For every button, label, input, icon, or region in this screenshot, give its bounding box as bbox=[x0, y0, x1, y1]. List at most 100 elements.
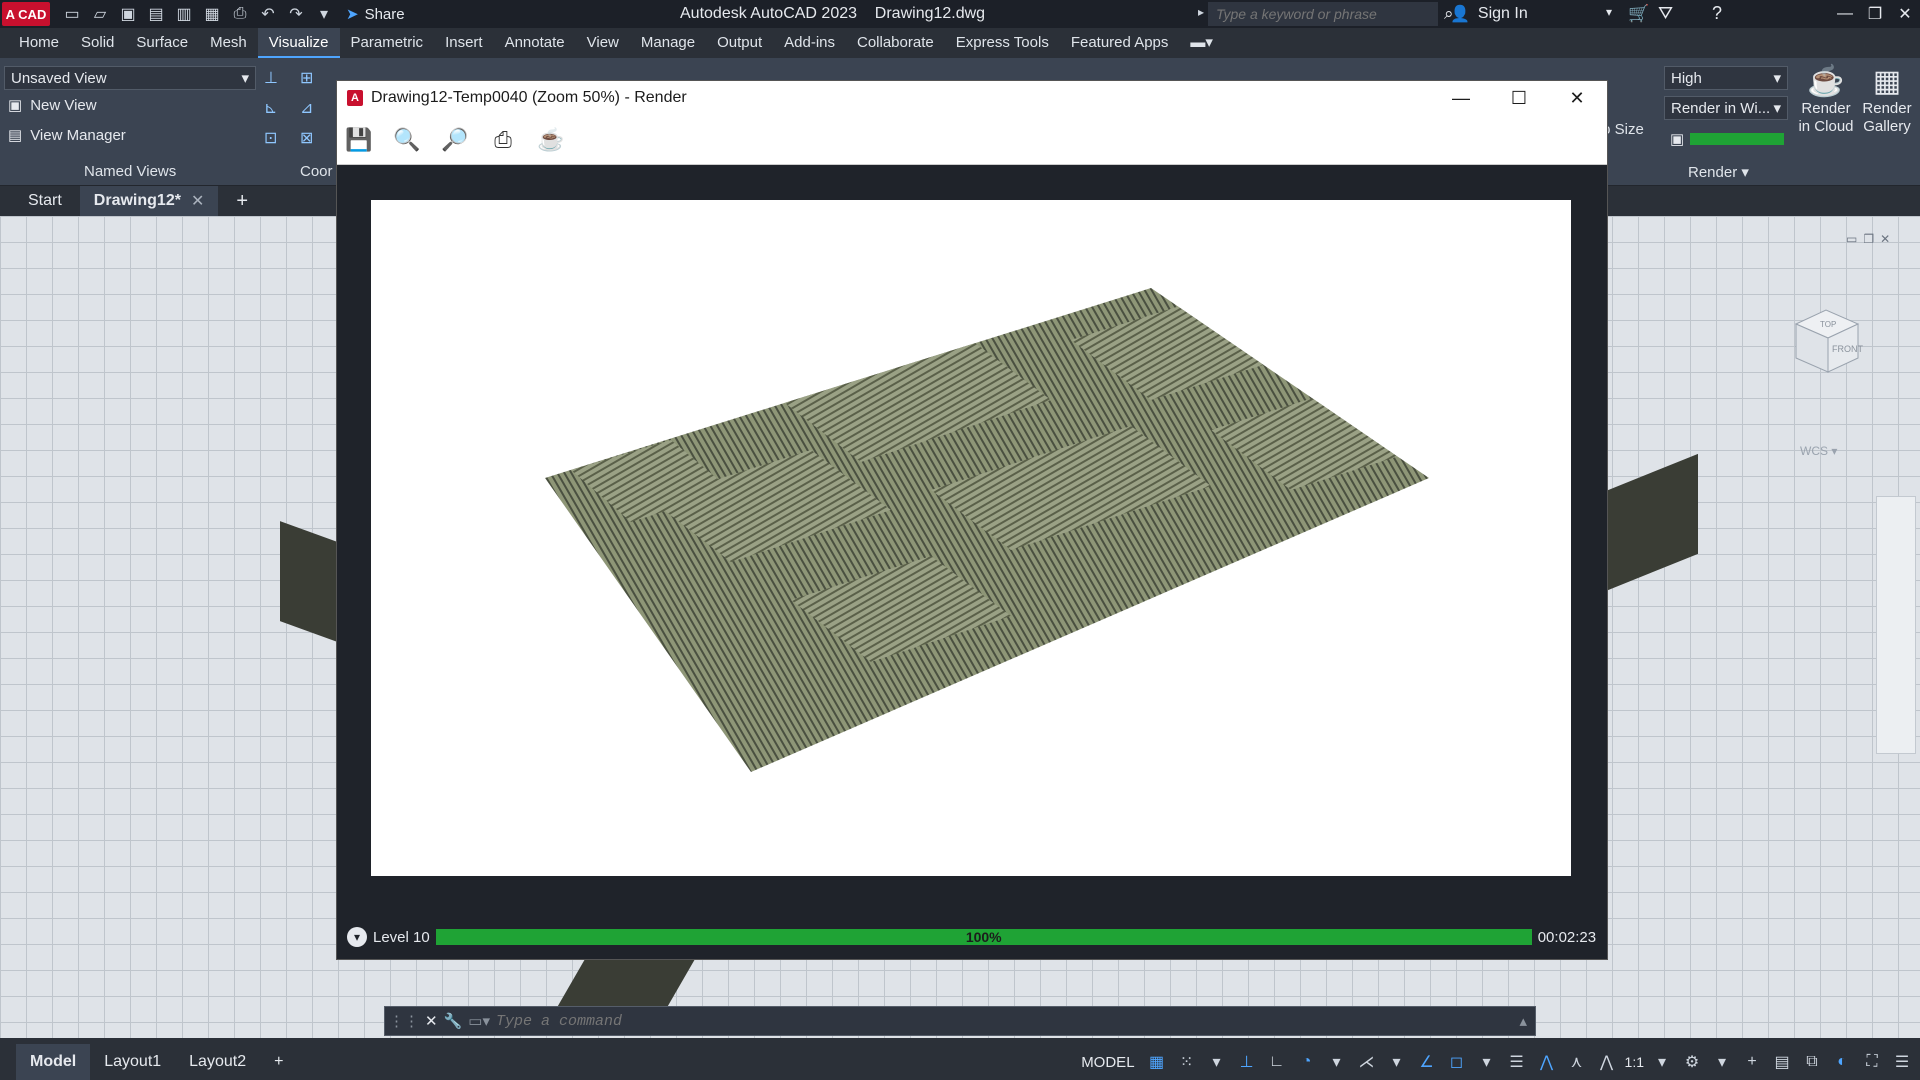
tab-visualize[interactable]: Visualize bbox=[257, 28, 340, 58]
snap-icon[interactable]: ⁙ bbox=[1175, 1050, 1199, 1074]
tab-layout1[interactable]: Layout1 bbox=[90, 1044, 175, 1080]
redo-icon[interactable]: ↷ bbox=[284, 4, 308, 24]
snap-dropdown-icon[interactable]: ▾ bbox=[1205, 1050, 1229, 1074]
render-panel-title[interactable]: Render ▾ bbox=[1688, 163, 1749, 181]
viewcube[interactable]: TOP FRONT bbox=[1788, 302, 1868, 382]
sign-in-dropdown-icon[interactable]: ▾ bbox=[1606, 5, 1612, 19]
object-snap-icon[interactable]: ◻ bbox=[1445, 1050, 1469, 1074]
tab-start[interactable]: Start bbox=[14, 186, 76, 216]
new-icon[interactable]: ▭ bbox=[60, 4, 84, 24]
ribbon-options-icon[interactable]: ▬▾ bbox=[1179, 28, 1224, 58]
close-tab-icon[interactable]: ✕ bbox=[191, 191, 204, 211]
close-command-icon[interactable]: ✕ bbox=[425, 1012, 438, 1030]
teapot-icon[interactable]: ☕ bbox=[533, 122, 569, 158]
ortho-icon[interactable]: ∟ bbox=[1265, 1050, 1289, 1074]
object-snap-tracking-icon[interactable]: ∠ bbox=[1415, 1050, 1439, 1074]
sign-in-button[interactable]: 👤 Sign In bbox=[1450, 4, 1528, 24]
polar-dropdown-icon[interactable]: ▾ bbox=[1325, 1050, 1349, 1074]
tab-parametric[interactable]: Parametric bbox=[340, 28, 435, 58]
command-expand-icon[interactable]: ▴ bbox=[1519, 1012, 1527, 1030]
print-icon[interactable]: ⎙ bbox=[485, 122, 521, 158]
tab-manage[interactable]: Manage bbox=[630, 28, 706, 58]
tab-solid[interactable]: Solid bbox=[70, 28, 125, 58]
auto-scale-icon[interactable]: ⋏ bbox=[1565, 1050, 1589, 1074]
render-window-titlebar[interactable]: A Drawing12-Temp0040 (Zoom 50%) - Render bbox=[337, 81, 1607, 115]
command-input[interactable] bbox=[495, 1012, 1514, 1030]
model-space-button[interactable]: MODEL bbox=[1077, 1054, 1138, 1071]
render-gallery-button[interactable]: ▦ Render Gallery bbox=[1857, 64, 1917, 136]
save-render-icon[interactable]: 💾 bbox=[341, 122, 377, 158]
restore-icon[interactable]: ❐ bbox=[1860, 2, 1890, 26]
viewport-close-icon[interactable]: ✕ bbox=[1880, 232, 1890, 246]
tab-view[interactable]: View bbox=[576, 28, 630, 58]
app-logo[interactable]: A CAD bbox=[2, 2, 50, 26]
lineweight-icon[interactable]: ☰ bbox=[1505, 1050, 1529, 1074]
annotation-visibility-icon[interactable]: ⋀ bbox=[1535, 1050, 1559, 1074]
autodesk-a360-icon[interactable]: ⛛ bbox=[1658, 3, 1673, 24]
customize-icon[interactable]: 🔧 bbox=[444, 1012, 463, 1030]
workspace-gear-icon[interactable]: ⚙ bbox=[1680, 1050, 1704, 1074]
customize-qat-icon[interactable]: ▾ bbox=[312, 4, 336, 24]
tab-express-tools[interactable]: Express Tools bbox=[945, 28, 1060, 58]
tab-annotate[interactable]: Annotate bbox=[494, 28, 576, 58]
scale-dropdown-icon[interactable]: ▾ bbox=[1650, 1050, 1674, 1074]
wcs-label[interactable]: WCS ▾ bbox=[1800, 444, 1837, 458]
tab-collaborate[interactable]: Collaborate bbox=[846, 28, 945, 58]
view-dropdown[interactable]: Unsaved View ▾ bbox=[4, 66, 256, 90]
tab-drawing12[interactable]: Drawing12* ✕ bbox=[79, 186, 219, 216]
render-in-dropdown[interactable]: Render in Wi... ▾ bbox=[1664, 96, 1788, 120]
command-history-icon[interactable]: ▭▾ bbox=[468, 1012, 490, 1030]
ucs-object-icon[interactable]: ⊠ bbox=[300, 128, 330, 148]
clean-screen-icon[interactable]: ⛶ bbox=[1860, 1050, 1884, 1074]
render-quality-dropdown[interactable]: High ▾ bbox=[1664, 66, 1788, 90]
annotation-scale-icon[interactable]: ⋀ bbox=[1595, 1050, 1619, 1074]
collapse-icon[interactable]: ▾ bbox=[347, 927, 367, 947]
new-view-button[interactable]: ▣ New View bbox=[4, 90, 256, 120]
tab-surface[interactable]: Surface bbox=[125, 28, 199, 58]
open-icon[interactable]: ▱ bbox=[88, 4, 112, 24]
navigation-bar[interactable] bbox=[1876, 496, 1916, 754]
new-tab-button[interactable]: + bbox=[222, 186, 262, 216]
rw-close-icon[interactable]: ✕ bbox=[1563, 85, 1591, 111]
isolate-objects-icon[interactable]: ◐ bbox=[1830, 1050, 1854, 1074]
grid-icon[interactable]: ▦ bbox=[1145, 1050, 1169, 1074]
ucs-origin-icon[interactable]: ⊾ bbox=[264, 98, 294, 118]
print-icon[interactable]: ⎙ bbox=[228, 4, 252, 24]
units-icon[interactable]: ▤ bbox=[1770, 1050, 1794, 1074]
rw-minimize-icon[interactable]: — bbox=[1447, 85, 1475, 111]
zoom-in-icon[interactable]: 🔍 bbox=[389, 122, 425, 158]
minimize-icon[interactable]: — bbox=[1830, 2, 1860, 26]
tab-output[interactable]: Output bbox=[706, 28, 773, 58]
undo-icon[interactable]: ↶ bbox=[256, 4, 280, 24]
render-in-cloud-button[interactable]: ☕ Render in Cloud bbox=[1796, 64, 1856, 136]
tab-mesh[interactable]: Mesh bbox=[199, 28, 258, 58]
workspace-dropdown-icon[interactable]: ▾ bbox=[1710, 1050, 1734, 1074]
tab-model[interactable]: Model bbox=[16, 1044, 91, 1080]
close-icon[interactable]: ✕ bbox=[1890, 2, 1920, 26]
tab-layout2[interactable]: Layout2 bbox=[175, 1044, 260, 1080]
web-mobile-icon[interactable]: ▥ bbox=[172, 4, 196, 24]
ucs-view-icon[interactable]: ⊡ bbox=[264, 128, 294, 148]
isodraft-dropdown-icon[interactable]: ▾ bbox=[1385, 1050, 1409, 1074]
isodraft-icon[interactable]: ⋌ bbox=[1355, 1050, 1379, 1074]
help-icon[interactable]: ? bbox=[1712, 3, 1722, 24]
ucs-world-icon[interactable]: ⊞ bbox=[300, 68, 330, 88]
tab-add-ins[interactable]: Add-ins bbox=[773, 28, 846, 58]
zoom-out-icon[interactable]: 🔎 bbox=[437, 122, 473, 158]
drag-handle-icon[interactable]: ⋮⋮ bbox=[389, 1012, 419, 1030]
save-icon[interactable]: ▣ bbox=[116, 4, 140, 24]
scale-value[interactable]: 1:1 bbox=[1625, 1054, 1644, 1070]
view-manager-button[interactable]: ▤ View Manager bbox=[4, 120, 256, 150]
annotation-monitor-icon[interactable]: + bbox=[1740, 1050, 1764, 1074]
rw-maximize-icon[interactable]: ☐ bbox=[1505, 85, 1533, 111]
tab-home[interactable]: Home bbox=[8, 28, 70, 58]
viewport-minimize-icon[interactable]: ▭ bbox=[1846, 232, 1857, 246]
tab-insert[interactable]: Insert bbox=[434, 28, 494, 58]
tab-featured-apps[interactable]: Featured Apps bbox=[1060, 28, 1180, 58]
polar-icon[interactable]: ◔ bbox=[1295, 1050, 1319, 1074]
ucs-icon[interactable]: ⊥ bbox=[264, 68, 294, 88]
share-button[interactable]: ➤ Share bbox=[346, 5, 405, 24]
quick-properties-icon[interactable]: ⧉ bbox=[1800, 1050, 1824, 1074]
ucs-x-icon[interactable]: ⊿ bbox=[300, 98, 330, 118]
object-snap-dropdown-icon[interactable]: ▾ bbox=[1475, 1050, 1499, 1074]
